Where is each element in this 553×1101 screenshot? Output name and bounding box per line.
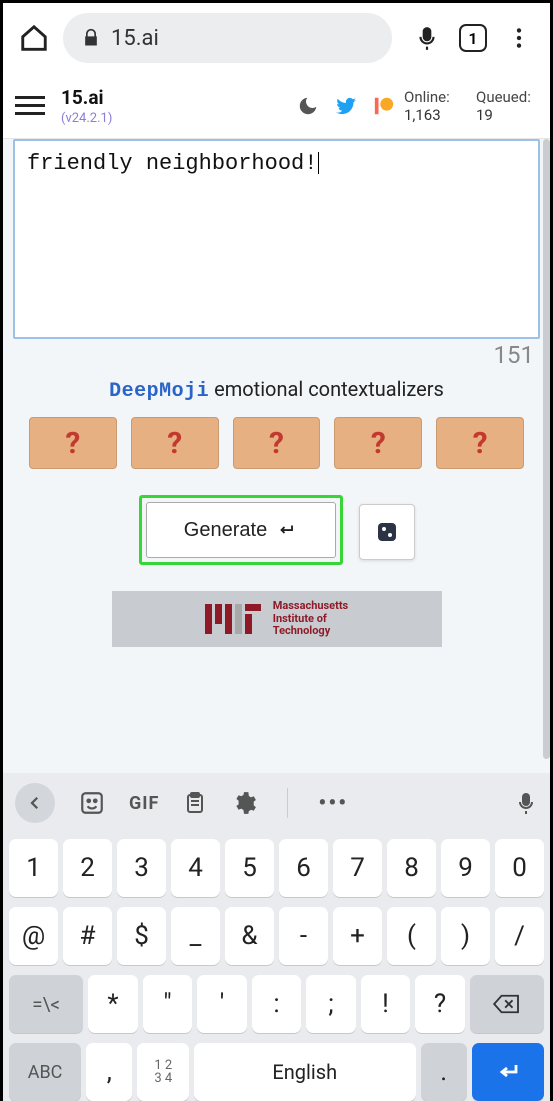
key-amp[interactable]: & bbox=[225, 907, 274, 965]
key-dquote[interactable]: " bbox=[143, 975, 193, 1033]
online-value: 1,163 bbox=[404, 106, 468, 124]
key-semicolon[interactable]: ; bbox=[306, 975, 356, 1033]
key-period[interactable]: . bbox=[421, 1043, 467, 1101]
emoji-box-5[interactable]: ? bbox=[436, 417, 524, 469]
key-abc[interactable]: ABC bbox=[9, 1043, 81, 1101]
dice-icon bbox=[375, 520, 399, 544]
browser-menu-button[interactable] bbox=[502, 21, 536, 55]
key-colon[interactable]: : bbox=[252, 975, 302, 1033]
patreon-link[interactable] bbox=[372, 94, 396, 118]
numgrid-bot: 3 4 bbox=[154, 1072, 172, 1085]
key-enter[interactable] bbox=[472, 1043, 544, 1101]
key-question[interactable]: ? bbox=[415, 975, 465, 1033]
key-0[interactable]: 0 bbox=[495, 839, 544, 897]
key-5[interactable]: 5 bbox=[225, 839, 274, 897]
kb-clipboard-button[interactable] bbox=[183, 790, 207, 816]
mit-line3: Technology bbox=[273, 625, 348, 638]
twitter-link[interactable] bbox=[334, 94, 358, 118]
kb-sticker-button[interactable] bbox=[79, 790, 105, 816]
text-input-value: friendly neighborhood! bbox=[27, 151, 317, 176]
key-star[interactable]: * bbox=[88, 975, 138, 1033]
key-space[interactable]: English bbox=[194, 1043, 416, 1101]
key-3[interactable]: 3 bbox=[117, 839, 166, 897]
online-status: Online: 1,163 bbox=[404, 88, 468, 124]
key-exclaim[interactable]: ! bbox=[361, 975, 411, 1033]
tab-count: 1 bbox=[459, 24, 487, 52]
kb-row-1: 1 2 3 4 5 6 7 8 9 0 bbox=[9, 839, 544, 897]
emoji-box-3[interactable]: ? bbox=[233, 417, 321, 469]
generate-label: Generate bbox=[184, 519, 267, 542]
kb-more-button[interactable]: ••• bbox=[318, 791, 348, 816]
key-symbols-shift[interactable]: =\< bbox=[9, 975, 83, 1033]
text-cursor bbox=[318, 152, 319, 174]
key-numgrid[interactable]: 1 2 3 4 bbox=[137, 1043, 189, 1101]
dark-mode-toggle[interactable] bbox=[296, 94, 320, 118]
backspace-icon bbox=[492, 993, 522, 1015]
kb-row-2: @ # $ _ & - + ( ) / bbox=[9, 907, 544, 965]
mit-logo-icon bbox=[205, 604, 261, 634]
site-title-block: 15.ai (v24.2.1) bbox=[61, 86, 112, 126]
key-rparen[interactable]: ) bbox=[441, 907, 490, 965]
scrollbar[interactable] bbox=[543, 139, 550, 759]
lock-icon bbox=[81, 27, 101, 49]
enter-icon bbox=[494, 1060, 522, 1084]
kb-mic-button[interactable] bbox=[514, 790, 538, 816]
key-comma[interactable]: , bbox=[86, 1043, 132, 1101]
deepmoji-rest: emotional contextualizers bbox=[209, 377, 444, 401]
key-4[interactable]: 4 bbox=[171, 839, 220, 897]
key-dollar[interactable]: $ bbox=[117, 907, 166, 965]
key-underscore[interactable]: _ bbox=[171, 907, 220, 965]
key-hash[interactable]: # bbox=[63, 907, 112, 965]
voice-search-button[interactable] bbox=[410, 21, 444, 55]
enter-icon bbox=[275, 521, 297, 539]
key-squote[interactable]: ' bbox=[197, 975, 247, 1033]
key-9[interactable]: 9 bbox=[441, 839, 490, 897]
key-6[interactable]: 6 bbox=[279, 839, 328, 897]
emoji-box-1[interactable]: ? bbox=[29, 417, 117, 469]
emoji-box-4[interactable]: ? bbox=[334, 417, 422, 469]
mit-text: Massachusetts Institute of Technology bbox=[273, 600, 348, 638]
emoji-box-2[interactable]: ? bbox=[131, 417, 219, 469]
queued-label: Queued: bbox=[476, 88, 540, 106]
key-at[interactable]: @ bbox=[9, 907, 58, 965]
url-bar[interactable]: 15.ai bbox=[63, 13, 392, 63]
deepmoji-heading: DeepMoji emotional contextualizers bbox=[13, 377, 540, 403]
site-title: 15.ai bbox=[61, 86, 112, 109]
kb-settings-button[interactable] bbox=[231, 790, 257, 816]
queued-status: Queued: 19 bbox=[476, 88, 540, 124]
char-count: 151 bbox=[13, 341, 540, 369]
queued-value: 19 bbox=[476, 106, 540, 124]
key-minus[interactable]: - bbox=[279, 907, 328, 965]
generate-highlight: Generate bbox=[139, 495, 343, 565]
generate-button[interactable]: Generate bbox=[146, 502, 336, 558]
mit-banner[interactable]: Massachusetts Institute of Technology bbox=[112, 591, 442, 647]
kb-row-3: =\< * " ' : ; ! ? bbox=[9, 975, 544, 1033]
menu-button[interactable] bbox=[13, 91, 47, 121]
key-8[interactable]: 8 bbox=[387, 839, 436, 897]
site-version: (v24.2.1) bbox=[61, 111, 112, 126]
mit-line1: Massachusetts bbox=[273, 600, 348, 613]
deepmoji-brand: DeepMoji bbox=[109, 380, 209, 403]
randomize-button[interactable] bbox=[359, 504, 415, 560]
url-text: 15.ai bbox=[111, 26, 159, 51]
emoji-row: ? ? ? ? ? bbox=[29, 417, 524, 469]
kb-collapse-button[interactable] bbox=[15, 783, 55, 823]
online-label: Online: bbox=[404, 88, 468, 106]
key-1[interactable]: 1 bbox=[9, 839, 58, 897]
tab-switcher-button[interactable]: 1 bbox=[456, 21, 490, 55]
key-slash[interactable]: / bbox=[495, 907, 544, 965]
key-backspace[interactable] bbox=[470, 975, 544, 1033]
text-input[interactable]: friendly neighborhood! bbox=[13, 139, 540, 339]
key-2[interactable]: 2 bbox=[63, 839, 112, 897]
keyboard: GIF ••• 1 2 3 4 5 6 7 8 9 0 @ # $ _ bbox=[3, 773, 550, 1101]
kb-separator bbox=[287, 788, 288, 818]
kb-row-4: ABC , 1 2 3 4 English . bbox=[9, 1043, 544, 1101]
browser-home-button[interactable] bbox=[17, 21, 51, 55]
key-lparen[interactable]: ( bbox=[387, 907, 436, 965]
key-7[interactable]: 7 bbox=[333, 839, 382, 897]
kb-gif-button[interactable]: GIF bbox=[129, 793, 159, 814]
key-plus[interactable]: + bbox=[333, 907, 382, 965]
